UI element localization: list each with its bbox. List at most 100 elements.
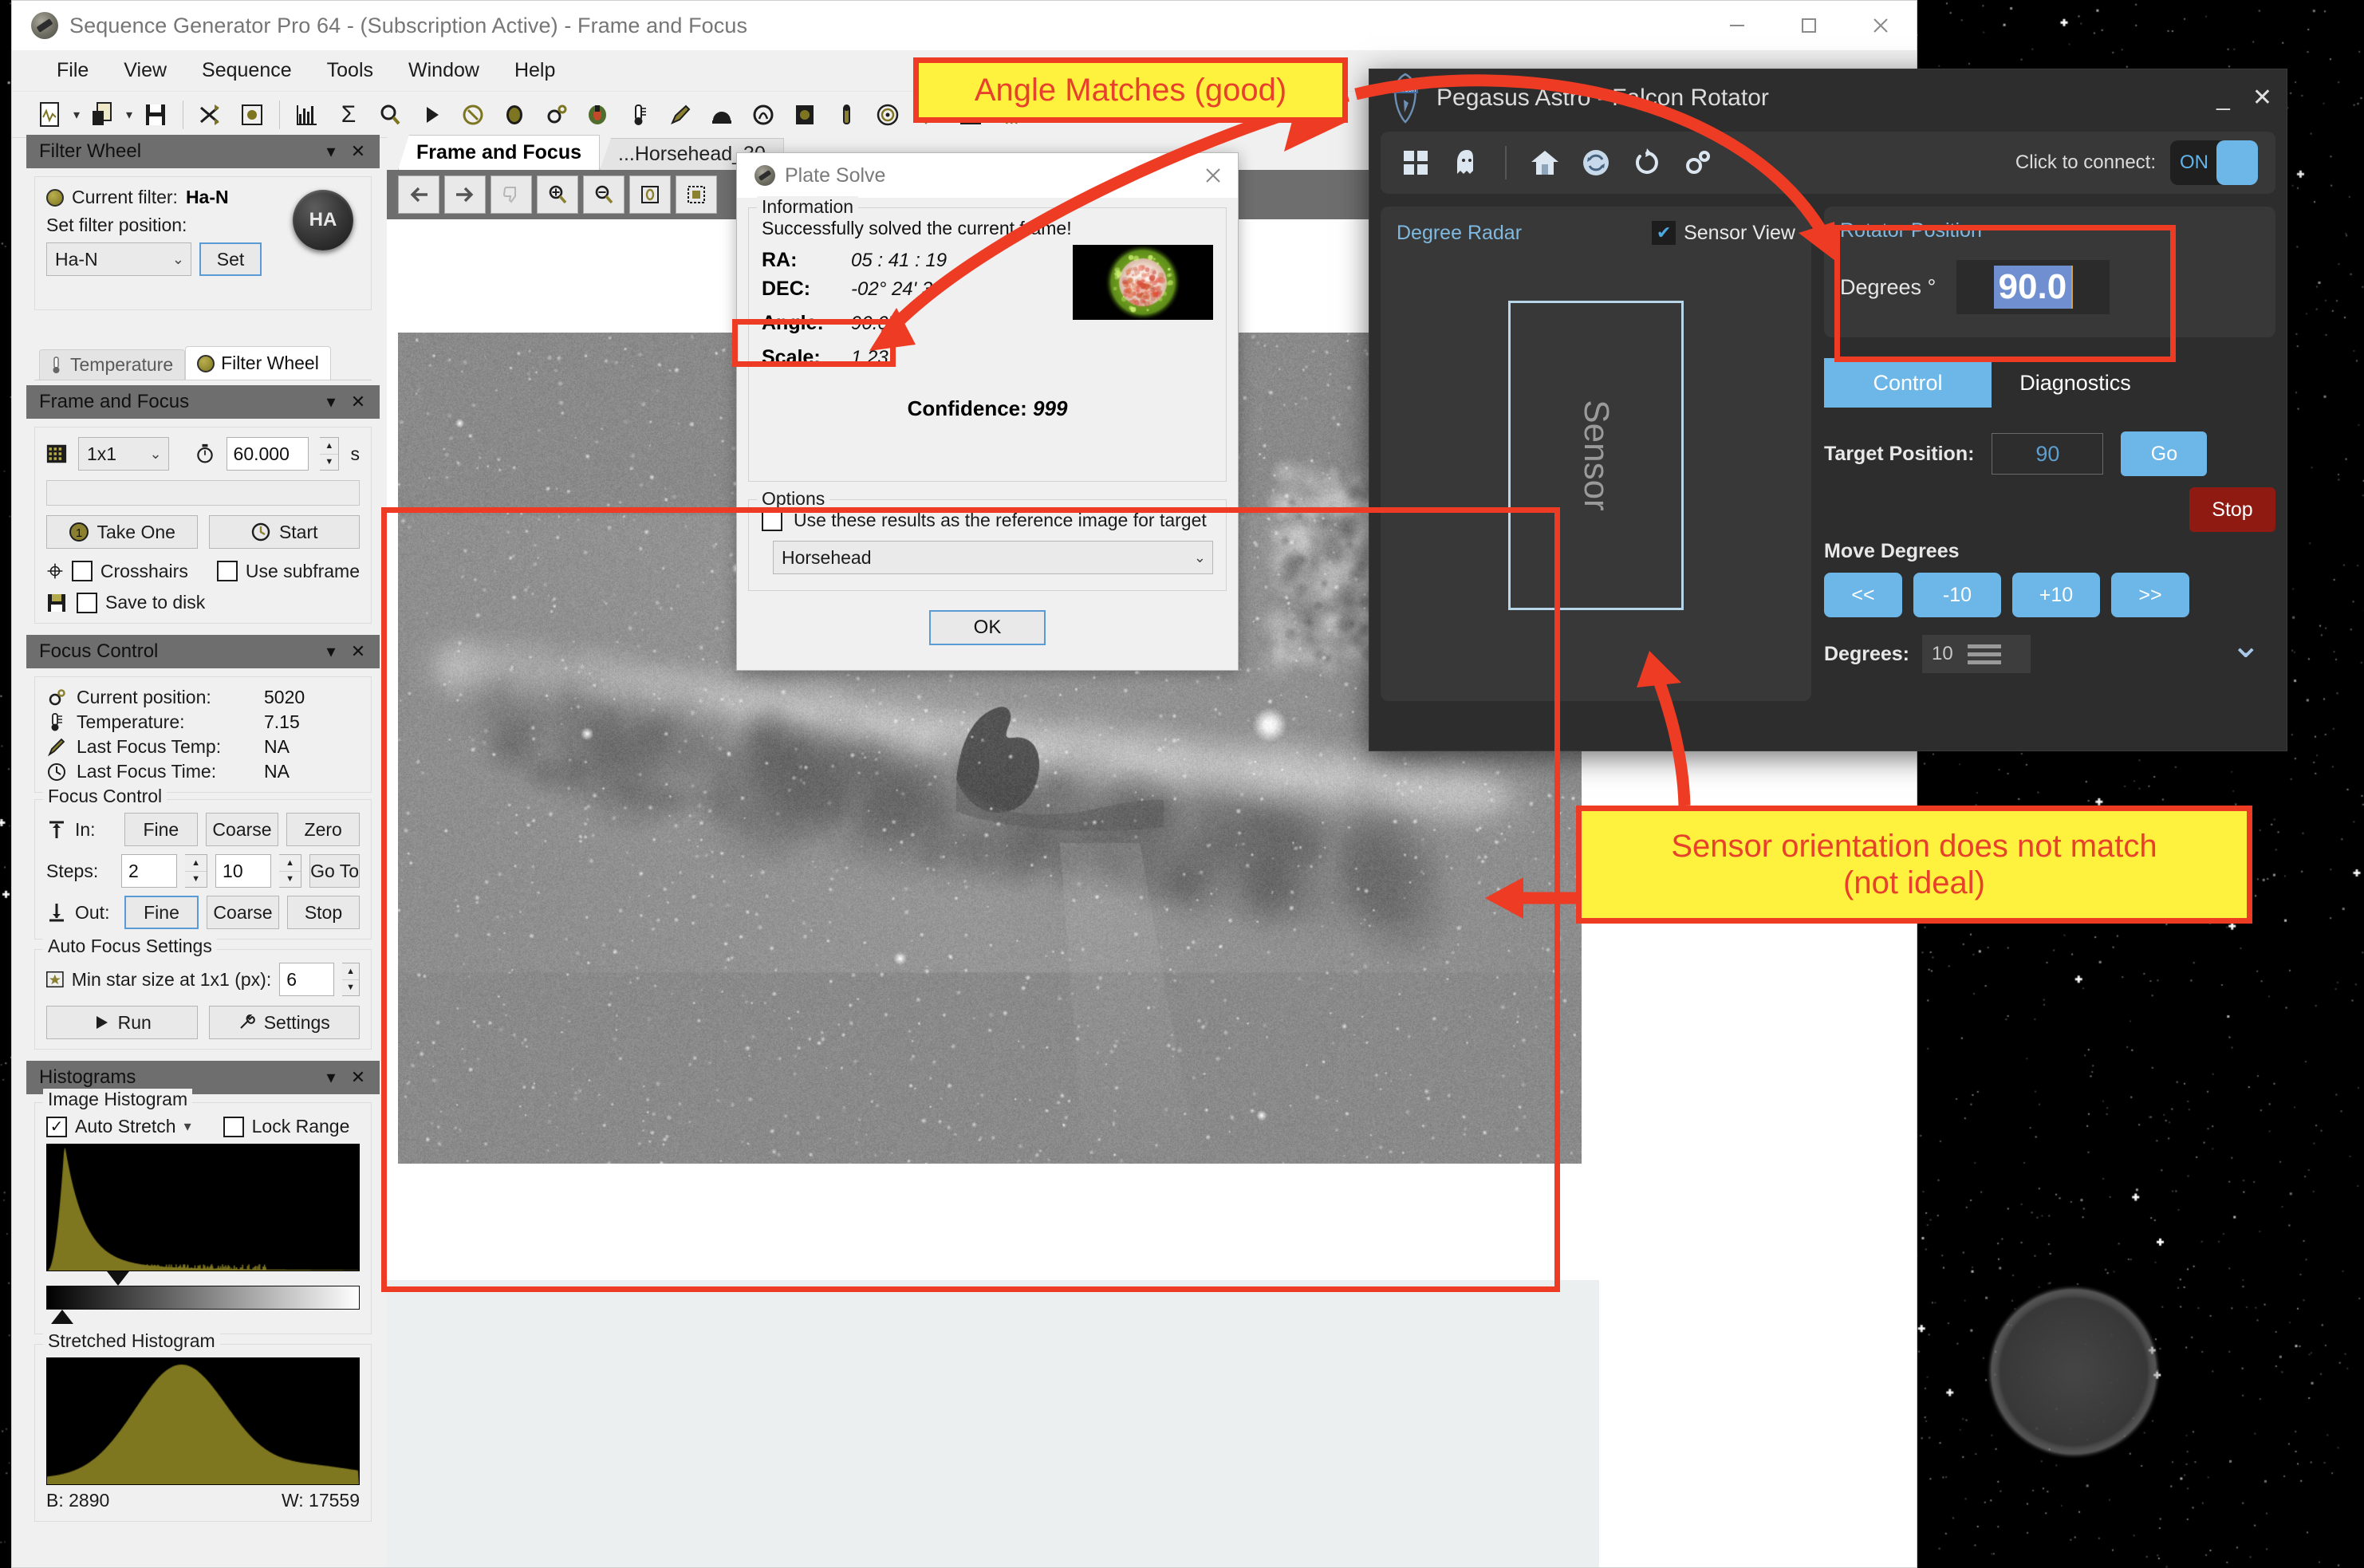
focuser-pen-icon[interactable]	[660, 95, 701, 135]
steps-stepper-1[interactable]: ▲ ▼	[185, 854, 208, 888]
new-sequence-caret-icon[interactable]: ▾	[71, 107, 82, 123]
zoom-out-icon[interactable]	[583, 175, 624, 214]
focus-in-zero-button[interactable]: Zero	[286, 813, 361, 846]
run-icon[interactable]	[411, 95, 452, 135]
chevron-down-icon[interactable]: ▾	[184, 1118, 191, 1135]
back-arrow-icon[interactable]	[398, 175, 439, 214]
steps-stepper-2[interactable]: ▲ ▼	[279, 854, 302, 888]
fit-frame-icon[interactable]	[629, 175, 671, 214]
shuffle-icon[interactable]	[190, 95, 231, 135]
focus-out-stop-button[interactable]: Stop	[287, 896, 360, 929]
chevron-down-icon[interactable]: ▾	[317, 641, 345, 662]
sensor-view-checkbox[interactable]: ✔	[1652, 221, 1676, 245]
chevron-down-icon[interactable]: ⌄	[2230, 626, 2261, 663]
go-button[interactable]: Go	[2121, 431, 2208, 476]
go-to-button[interactable]: Go To	[309, 854, 361, 888]
crop-icon[interactable]	[676, 175, 717, 214]
focus-out-coarse-button[interactable]: Coarse	[207, 896, 279, 929]
run-autofocus-button[interactable]: Run	[46, 1006, 198, 1039]
focus-in-fine-button[interactable]: Fine	[124, 813, 198, 846]
min-star-size-stepper[interactable]: ▲ ▼	[342, 963, 360, 996]
move-minus-10-button[interactable]: -10	[1913, 573, 2001, 617]
close-icon[interactable]: ✕	[345, 141, 372, 162]
menu-item-help[interactable]: Help	[497, 54, 573, 87]
set-filter-button[interactable]: Set	[199, 242, 262, 276]
settings-target-icon[interactable]	[231, 95, 273, 135]
histogram-white-marker[interactable]	[51, 1310, 73, 1324]
histogram-black-marker[interactable]	[107, 1271, 129, 1286]
minimize-icon[interactable]	[1701, 1, 1773, 49]
sigma-icon[interactable]: Σ	[328, 95, 369, 135]
save-to-disk-checkbox[interactable]	[77, 592, 97, 613]
focus-in-coarse-button[interactable]: Coarse	[205, 813, 279, 846]
crosshairs-checkbox[interactable]	[71, 561, 93, 581]
save-sequence-icon[interactable]	[135, 95, 176, 135]
close-icon[interactable]: ✕	[2252, 86, 2272, 110]
tab-control[interactable]: Control	[1824, 358, 1992, 408]
open-sequence-caret-icon[interactable]: ▾	[124, 107, 135, 123]
tab-temperature[interactable]: Temperature	[39, 349, 186, 380]
slider-handle-icon[interactable]	[1967, 644, 2001, 664]
target-position-input[interactable]: 90	[1992, 433, 2104, 475]
guider-icon[interactable]	[825, 95, 867, 135]
min-star-size-input[interactable]: 6	[279, 963, 335, 996]
chevron-down-icon[interactable]: ▾	[317, 141, 345, 162]
ghost-icon[interactable]	[1449, 145, 1484, 180]
close-icon[interactable]: ✕	[345, 392, 372, 412]
steps-input-1[interactable]: 2	[121, 854, 178, 888]
reset-rotate-icon[interactable]	[1629, 145, 1665, 180]
use-subframe-checkbox[interactable]	[216, 561, 238, 581]
sync-refresh-icon[interactable]	[1578, 145, 1613, 180]
minimize-icon[interactable]: _	[2216, 86, 2230, 110]
telescope-icon[interactable]	[577, 95, 618, 135]
dashboard-grid-icon[interactable]	[1398, 145, 1433, 180]
tab-filter-wheel[interactable]: Filter Wheel	[185, 346, 331, 380]
settings-gears-icon[interactable]	[1680, 145, 1716, 180]
zoom-in-icon[interactable]	[537, 175, 578, 214]
tab-frame-and-focus[interactable]: Frame and Focus	[398, 135, 600, 170]
move-forward-fast-button[interactable]: >>	[2111, 573, 2189, 617]
plate-solve-search-icon[interactable]	[369, 95, 411, 135]
close-icon[interactable]: ✕	[345, 641, 372, 662]
gear-cog-icon[interactable]	[535, 95, 577, 135]
target-icon[interactable]	[867, 95, 908, 135]
auto-stretch-checkbox[interactable]: ✓	[46, 1116, 67, 1137]
binning-select[interactable]: 1x1 ⌄	[77, 437, 169, 471]
filter-wheel-knob[interactable]: HA	[293, 190, 353, 250]
open-sequence-icon[interactable]	[82, 95, 124, 135]
move-back-fast-button[interactable]: <<	[1824, 573, 1902, 617]
move-plus-10-button[interactable]: +10	[2012, 573, 2100, 617]
new-sequence-icon[interactable]	[30, 95, 71, 135]
move-degrees-step-input[interactable]: 10	[1922, 635, 2031, 673]
filter-position-select[interactable]: Ha-N ⌄	[46, 242, 191, 276]
take-one-button[interactable]: 1 Take One	[46, 515, 198, 549]
start-button[interactable]: Start	[208, 515, 360, 549]
connect-toggle[interactable]: ON	[2170, 140, 2258, 185]
stop-button[interactable]: Stop	[2189, 487, 2275, 532]
histogram-gradient-bar[interactable]	[46, 1286, 360, 1310]
focus-out-fine-button[interactable]: Fine	[124, 896, 199, 929]
close-icon[interactable]	[1845, 1, 1917, 49]
chevron-down-icon[interactable]: ▾	[317, 1067, 345, 1088]
thermometer-icon[interactable]	[618, 95, 660, 135]
exposure-input[interactable]: 60.000	[226, 437, 309, 471]
autofocus-settings-button[interactable]: Settings	[208, 1006, 360, 1039]
filter-wheel-icon[interactable]	[784, 95, 825, 135]
maximize-icon[interactable]	[1773, 1, 1845, 49]
tab-diagnostics[interactable]: Diagnostics	[1992, 358, 2159, 408]
home-icon[interactable]	[1527, 145, 1562, 180]
close-icon[interactable]	[1188, 153, 1238, 198]
exposure-stepper[interactable]: ▲ ▼	[320, 437, 340, 471]
close-icon[interactable]: ✕	[345, 1067, 372, 1088]
dome-icon[interactable]	[701, 95, 743, 135]
menu-item-file[interactable]: File	[39, 54, 106, 87]
menu-item-view[interactable]: View	[106, 54, 184, 87]
menu-item-tools[interactable]: Tools	[309, 54, 391, 87]
histogram-icon[interactable]	[286, 95, 328, 135]
menu-item-sequence[interactable]: Sequence	[184, 54, 309, 87]
menu-item-window[interactable]: Window	[391, 54, 497, 87]
lock-range-checkbox[interactable]	[223, 1116, 244, 1137]
camera-icon[interactable]	[494, 95, 535, 135]
forward-arrow-icon[interactable]	[444, 175, 486, 214]
meridian-flip-icon[interactable]	[743, 95, 784, 135]
